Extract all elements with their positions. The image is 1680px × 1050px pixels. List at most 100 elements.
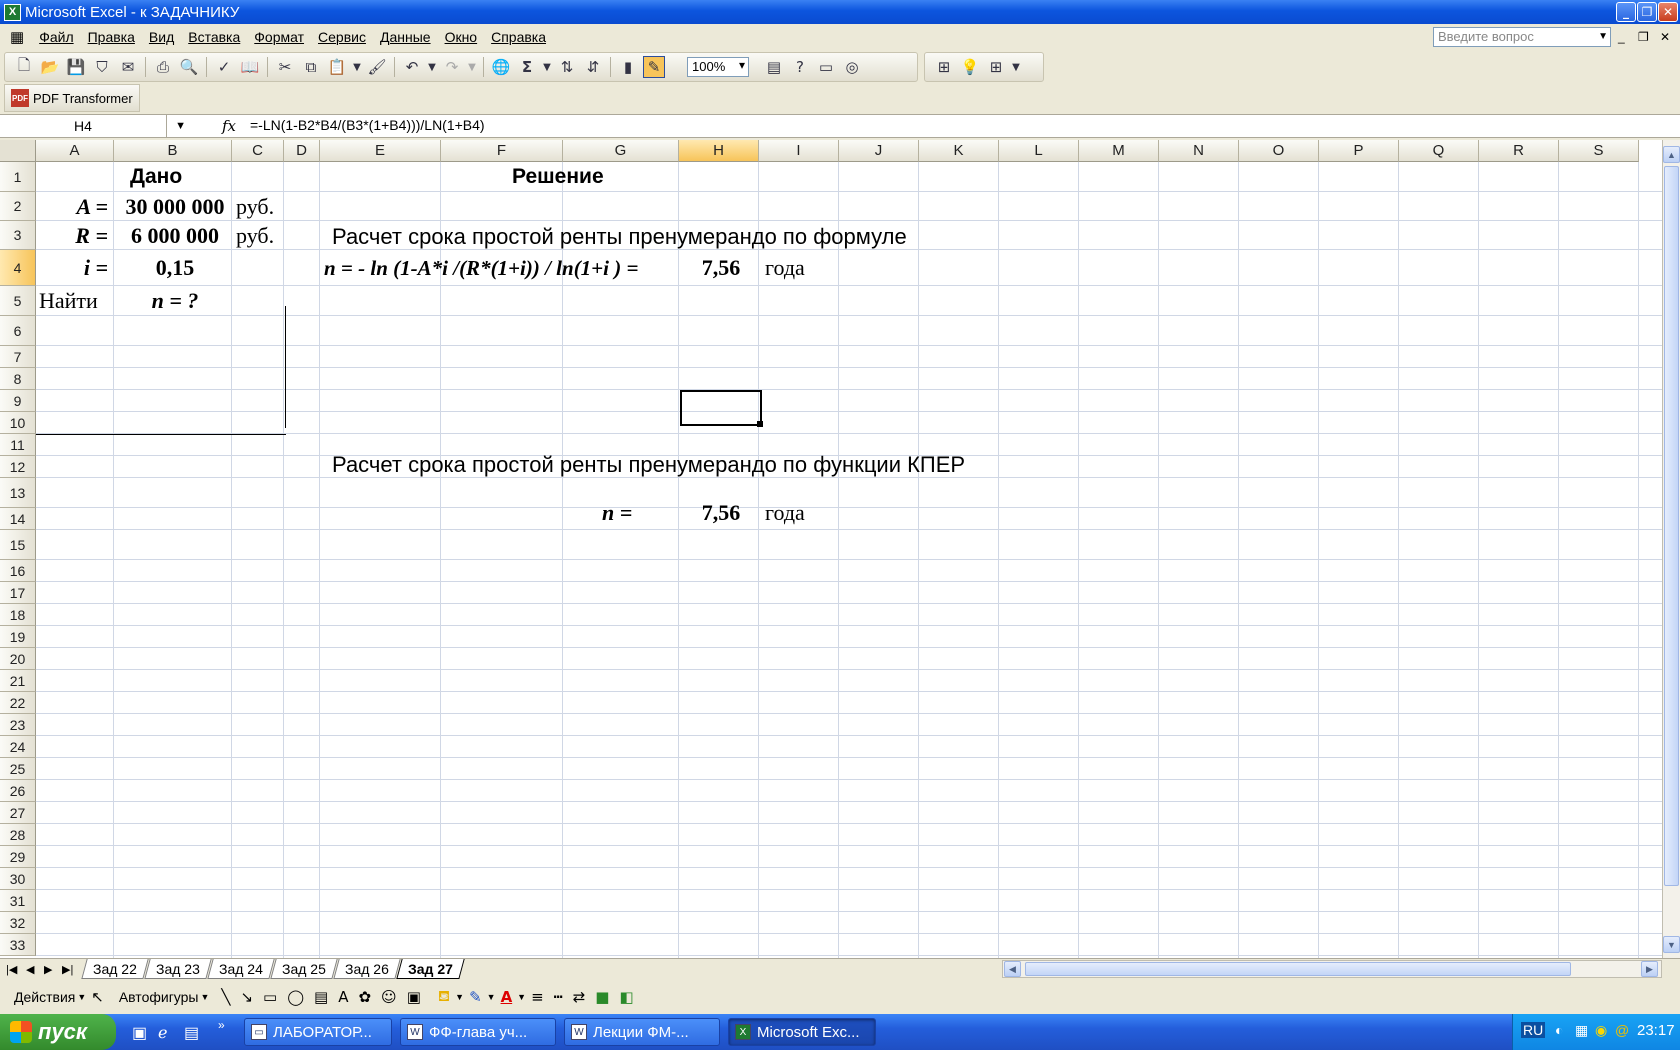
- format-painter-icon[interactable]: 🖌: [366, 56, 388, 78]
- menu-format[interactable]: Формат: [247, 29, 311, 45]
- open-folder-icon[interactable]: 📂: [39, 56, 61, 78]
- cell-a-unit[interactable]: руб.: [236, 192, 274, 221]
- column-header-o[interactable]: O: [1239, 140, 1319, 162]
- row-header-13[interactable]: 13: [0, 478, 36, 508]
- row-header-25[interactable]: 25: [0, 758, 36, 780]
- scroll-down-icon[interactable]: ▼: [1663, 936, 1680, 953]
- menu-file[interactable]: Файл: [32, 29, 80, 45]
- chart-wizard-icon[interactable]: ▮: [617, 56, 639, 78]
- help-icon[interactable]: ?: [789, 56, 811, 78]
- new-document-icon[interactable]: 🗋: [13, 56, 35, 78]
- menu-insert[interactable]: Вставка: [181, 29, 247, 45]
- cell-find-label[interactable]: Найти: [39, 286, 98, 316]
- last-sheet-icon[interactable]: ▶|: [62, 963, 73, 976]
- dash-style-icon[interactable]: ┅: [554, 988, 563, 1006]
- clipart-icon[interactable]: ☺: [381, 988, 397, 1006]
- paste-dropdown-icon[interactable]: ▼: [352, 56, 362, 78]
- row-header-8[interactable]: 8: [0, 368, 36, 390]
- font-color-icon[interactable]: A: [501, 988, 513, 1006]
- column-header-e[interactable]: E: [320, 140, 441, 162]
- help-search-input[interactable]: Введите вопрос ▼: [1433, 27, 1611, 47]
- sheet-tab-active[interactable]: Зад 27: [396, 959, 465, 979]
- research-icon[interactable]: 📖: [239, 56, 261, 78]
- doc-restore-button[interactable]: ❐: [1638, 30, 1649, 44]
- print-icon[interactable]: ⎙: [152, 56, 174, 78]
- document-icon[interactable]: ▦: [10, 28, 24, 46]
- row-header-6[interactable]: 6: [0, 316, 36, 346]
- cell-formula-heading[interactable]: Расчет срока простой ренты пренумерандо …: [332, 222, 907, 251]
- close-button[interactable]: ✕: [1658, 2, 1678, 22]
- row-header-19[interactable]: 19: [0, 626, 36, 648]
- cell-r-unit[interactable]: руб.: [236, 221, 274, 250]
- paste-icon[interactable]: 📋: [326, 56, 348, 78]
- menu-help[interactable]: Справка: [484, 29, 553, 45]
- row-header-10[interactable]: 10: [0, 412, 36, 434]
- quicklaunch-expand-icon[interactable]: »: [218, 1018, 225, 1032]
- row-header-3[interactable]: 3: [0, 221, 36, 250]
- 3d-icon[interactable]: ◧: [619, 988, 633, 1006]
- column-header-k[interactable]: K: [919, 140, 999, 162]
- menu-data[interactable]: Данные: [373, 29, 438, 45]
- column-header-g[interactable]: G: [563, 140, 679, 162]
- row-header-14[interactable]: 14: [0, 508, 36, 530]
- pdf-transformer-button[interactable]: PDF Transformer: [33, 91, 133, 106]
- row-header-2[interactable]: 2: [0, 192, 36, 221]
- column-header-d[interactable]: D: [284, 140, 320, 162]
- cell-given-title[interactable]: Дано: [130, 162, 182, 192]
- row-header-26[interactable]: 26: [0, 780, 36, 802]
- cell-formula-unit[interactable]: года: [765, 250, 805, 286]
- save-icon[interactable]: 💾: [65, 56, 87, 78]
- cell-r-label[interactable]: R =: [36, 221, 114, 250]
- hyperlink-icon[interactable]: 🌐: [490, 56, 512, 78]
- spelling-icon[interactable]: ✓: [213, 56, 235, 78]
- cell-kper-result[interactable]: 7,56: [682, 498, 760, 528]
- chevron-down-icon[interactable]: ▼: [77, 992, 86, 1002]
- scroll-up-icon[interactable]: ▲: [1663, 146, 1680, 163]
- row-header-30[interactable]: 30: [0, 868, 36, 890]
- tray-app-icon[interactable]: ▦: [1575, 1022, 1588, 1039]
- actions-menu[interactable]: Действия: [14, 989, 75, 1005]
- column-header-h[interactable]: H: [679, 140, 759, 162]
- row-header-17[interactable]: 17: [0, 582, 36, 604]
- column-header-a[interactable]: A: [36, 140, 114, 162]
- next-sheet-icon[interactable]: ▶: [44, 963, 52, 976]
- row-header-20[interactable]: 20: [0, 648, 36, 670]
- selected-cell-h4[interactable]: [680, 390, 762, 426]
- record-icon[interactable]: ◎: [841, 56, 863, 78]
- browser-icon[interactable]: ℯ: [158, 1023, 167, 1043]
- cell-formula-result[interactable]: 7,56: [682, 250, 760, 286]
- task-button[interactable]: W ФФ-глава уч...: [400, 1018, 556, 1046]
- cell-kper-heading[interactable]: Расчет срока простой ренты пренумерандо …: [332, 450, 965, 480]
- row-header-18[interactable]: 18: [0, 604, 36, 626]
- line-color-icon[interactable]: ✎: [469, 988, 482, 1006]
- sheet-tab[interactable]: Зад 23: [144, 959, 212, 979]
- horizontal-scroll-thumb[interactable]: [1025, 962, 1571, 976]
- cell-r-value[interactable]: 6 000 000: [116, 221, 234, 250]
- autosum-dropdown-icon[interactable]: ▼: [542, 56, 552, 78]
- row-header-16[interactable]: 16: [0, 560, 36, 582]
- row-header-22[interactable]: 22: [0, 692, 36, 714]
- column-header-n[interactable]: N: [1159, 140, 1239, 162]
- menu-window[interactable]: Окно: [438, 29, 485, 45]
- column-header-l[interactable]: L: [999, 140, 1079, 162]
- chevron-down-icon[interactable]: ▼: [517, 992, 526, 1002]
- arrow-style-icon[interactable]: ⇄: [573, 988, 586, 1006]
- sheet-tab[interactable]: Зад 25: [270, 959, 338, 979]
- redo-icon[interactable]: ↷: [441, 56, 463, 78]
- formula-input[interactable]: =-LN(1-B2*B4/(B3*(1+B4)))/LN(1+B4): [250, 117, 485, 133]
- arrow-icon[interactable]: ↘: [240, 988, 253, 1006]
- column-header-j[interactable]: J: [839, 140, 919, 162]
- row-header-12[interactable]: 12: [0, 456, 36, 478]
- column-header-p[interactable]: P: [1319, 140, 1399, 162]
- row-header-21[interactable]: 21: [0, 670, 36, 692]
- fill-color-icon[interactable]: ⛾: [438, 987, 450, 1007]
- language-indicator[interactable]: RU: [1521, 1022, 1546, 1038]
- row-header-28[interactable]: 28: [0, 824, 36, 846]
- first-sheet-icon[interactable]: |◀: [6, 963, 17, 976]
- column-header-m[interactable]: M: [1079, 140, 1159, 162]
- cell-a-label[interactable]: A =: [36, 192, 114, 221]
- menu-edit[interactable]: Правка: [81, 29, 142, 45]
- cell-formula-text[interactable]: n = - ln (1-A*i /(R*(1+i)) / ln(1+i ) =: [324, 250, 638, 286]
- row-header-23[interactable]: 23: [0, 714, 36, 736]
- chevron-down-icon[interactable]: ▼: [1598, 28, 1608, 46]
